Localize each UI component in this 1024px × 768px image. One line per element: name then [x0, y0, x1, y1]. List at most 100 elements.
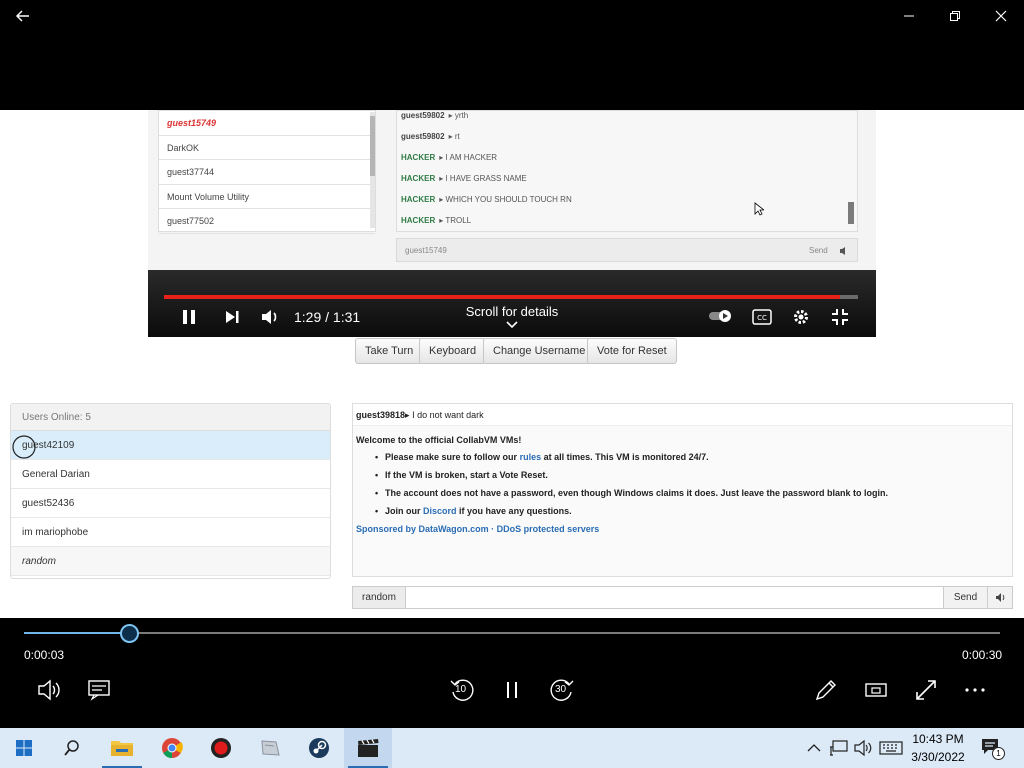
captions-button[interactable]	[86, 676, 114, 704]
rules-bullet: Please make sure to follow our rules at …	[375, 452, 709, 462]
take-turn-button[interactable]: Take Turn	[355, 338, 424, 364]
back-arrow-icon	[16, 10, 29, 22]
embedded-chat-input: guest15749 Send	[396, 238, 858, 262]
search-icon	[64, 740, 79, 756]
embedded-video[interactable]: guest15749 DarkOK guest37744 Mount Volum…	[148, 110, 876, 337]
network-icon[interactable]	[829, 739, 849, 757]
cast-icon	[865, 683, 887, 697]
action-center-button[interactable]: 1	[980, 737, 1005, 760]
chat-line: guest59802 ▸ yrth	[401, 111, 469, 120]
chat-username: random	[353, 587, 406, 608]
list-item: Mount Volume Utility	[159, 185, 375, 209]
skip-forward-label: 30	[555, 684, 567, 695]
chevron-up-icon[interactable]	[806, 741, 822, 755]
chat-input[interactable]	[407, 587, 943, 608]
chat-line: guest59802 ▸ rt	[401, 132, 460, 141]
chat-line: HACKER ▸ WHICH YOU SHOULD TOUCH RN	[401, 195, 572, 204]
steam-taskbar[interactable]	[295, 728, 343, 768]
embedded-chat-scroll-thumb	[848, 202, 854, 224]
edit-button[interactable]	[812, 676, 840, 704]
steam-icon	[309, 738, 329, 758]
rules-link[interactable]: rules	[520, 452, 542, 462]
seek-fill	[24, 632, 129, 634]
skip-forward-button[interactable]: 30	[548, 676, 576, 704]
folder-icon	[111, 741, 133, 756]
skip-back-button[interactable]: 10	[448, 676, 476, 704]
seek-track[interactable]	[24, 632, 1000, 634]
scroll-for-details[interactable]: Scroll for details	[432, 304, 592, 319]
chat-message: guest39818▸ I do not want dark	[353, 404, 1012, 426]
video-frame[interactable]: guest15749 DarkOK guest37744 Mount Volum…	[0, 110, 1024, 618]
sponsor-link[interactable]: Sponsored by DataWagon.com · DDoS protec…	[356, 524, 599, 534]
speaker-icon	[840, 247, 845, 255]
application-icon	[261, 740, 280, 756]
embedded-input-name: guest15749	[405, 246, 447, 255]
chrome-taskbar[interactable]	[148, 728, 196, 768]
embedded-scroll-thumb	[370, 116, 375, 176]
embedded-send-label: Send	[809, 246, 828, 255]
exit-fullscreen-icon	[832, 309, 848, 325]
list-item: guest37744	[159, 160, 375, 185]
close-icon	[995, 10, 1007, 22]
captions-icon: CC	[752, 309, 772, 325]
send-button[interactable]: Send	[943, 587, 987, 608]
users-panel: Users Online: 5 guest42109 General Daria…	[10, 403, 331, 579]
user-row[interactable]: im mariophobe	[11, 518, 330, 547]
user-row[interactable]: guest42109	[11, 431, 330, 460]
cast-button[interactable]	[862, 676, 890, 704]
volume-tray-icon[interactable]	[853, 739, 873, 757]
discord-bullet: Join our Discord if you have any questio…	[375, 506, 572, 516]
chat-panel: guest39818▸ I do not want dark Welcome t…	[352, 403, 1013, 577]
list-item: guest15749	[159, 111, 375, 136]
user-row[interactable]: random	[11, 547, 330, 576]
notification-count: 1	[992, 747, 1005, 760]
restore-button[interactable]	[932, 0, 978, 32]
current-time: 0:00:03	[24, 648, 65, 662]
settings-gear-icon	[794, 310, 808, 324]
back-button[interactable]	[0, 0, 46, 32]
restore-icon	[950, 11, 960, 21]
close-button[interactable]	[978, 0, 1024, 32]
keyboard-button[interactable]: Keyboard	[419, 338, 487, 364]
reset-bullet: If the VM is broken, start a Vote Reset.	[375, 470, 548, 480]
more-dots-icon	[965, 688, 985, 692]
chat-line: HACKER ▸ TROLL	[401, 216, 472, 225]
fullscreen-icon	[916, 680, 936, 700]
volume-icon	[38, 679, 60, 701]
recorder-taskbar[interactable]	[197, 728, 245, 768]
title-bar	[0, 0, 1024, 32]
app-taskbar[interactable]	[246, 728, 294, 768]
skip-back-label: 10	[455, 684, 467, 695]
player-controls	[0, 618, 1024, 728]
minimize-button[interactable]	[886, 0, 932, 32]
user-row[interactable]: General Darian	[11, 460, 330, 489]
discord-link[interactable]: Discord	[423, 506, 457, 516]
more-button[interactable]	[962, 676, 990, 704]
keyboard-icon[interactable]	[879, 740, 903, 756]
chat-line: HACKER ▸ I AM HACKER	[401, 153, 498, 162]
embedded-user-list: guest15749 DarkOK guest37744 Mount Volum…	[158, 110, 376, 234]
file-explorer-taskbar[interactable]	[98, 728, 146, 768]
change-username-button[interactable]: Change Username	[483, 338, 596, 364]
start-button[interactable]	[0, 728, 48, 768]
movies-tv-taskbar[interactable]	[344, 728, 392, 768]
chat-input-row: random Send	[352, 586, 1013, 609]
fullscreen-button[interactable]	[912, 676, 940, 704]
autoplay-toggle-icon	[709, 310, 731, 322]
chat-line: HACKER ▸ I HAVE GRASS NAME	[401, 174, 527, 183]
volume-button[interactable]	[36, 676, 64, 704]
search-button[interactable]	[48, 728, 96, 768]
touch-indicator-icon	[12, 435, 36, 459]
video-letterbox	[0, 32, 1024, 110]
pencil-icon	[815, 680, 836, 701]
list-item: guest77502	[159, 209, 375, 234]
pause-button[interactable]	[498, 676, 526, 704]
vote-for-reset-button[interactable]: Vote for Reset	[587, 338, 677, 364]
clock-time[interactable]: 10:43 PM	[903, 732, 973, 746]
clock-date[interactable]: 3/30/2022	[903, 750, 973, 764]
user-row[interactable]: guest52436	[11, 489, 330, 518]
clapperboard-icon	[358, 739, 379, 757]
sound-button[interactable]	[987, 587, 1012, 608]
seek-thumb[interactable]	[120, 624, 139, 643]
windows-logo-icon	[16, 740, 32, 756]
